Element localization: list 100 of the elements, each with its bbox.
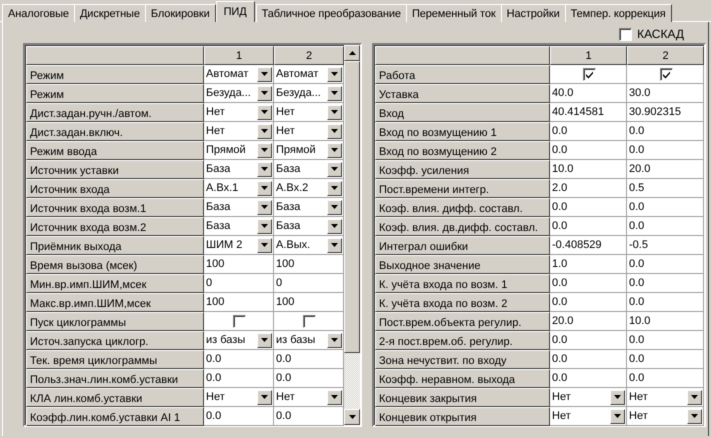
dropdown-field[interactable]: База <box>274 160 343 178</box>
value-cell[interactable]: 20.0 <box>550 312 627 331</box>
column-header: 1 <box>204 46 274 65</box>
value-cell[interactable]: 0.0 <box>204 407 274 426</box>
row-label: Время вызова (мсек) <box>26 255 204 274</box>
value-cell[interactable]: 0.0 <box>627 293 704 312</box>
dropdown-field[interactable]: Нет <box>627 407 703 425</box>
tab[interactable]: Аналоговые <box>2 4 75 22</box>
checkbox[interactable] <box>582 68 596 80</box>
scrollbar[interactable] <box>344 45 360 425</box>
value-cell[interactable]: 0.0 <box>627 274 704 293</box>
scroll-down-button[interactable] <box>344 409 360 425</box>
row-label: Пуск циклограммы <box>26 312 204 331</box>
value-cell[interactable]: -0.5 <box>627 236 704 255</box>
tab[interactable]: Настройки <box>500 4 566 22</box>
row-label: Вход по возмущению 2 <box>375 141 550 160</box>
dropdown-field[interactable]: А.Вых. <box>274 236 343 254</box>
dropdown-field[interactable]: Нет <box>550 388 626 406</box>
dropdown-field[interactable]: Нет <box>550 407 626 425</box>
dropdown-field[interactable]: Автомат <box>274 65 343 83</box>
value-cell[interactable]: 0.0 <box>550 369 627 388</box>
value-cell[interactable]: 100 <box>274 255 344 274</box>
value-cell[interactable]: 100 <box>204 293 274 312</box>
value-cell[interactable]: 2.0 <box>550 179 627 198</box>
value-cell[interactable]: 0.0 <box>550 293 627 312</box>
value-cell[interactable]: 40.0 <box>550 84 627 103</box>
value-cell[interactable]: 1.0 <box>550 255 627 274</box>
dropdown-field[interactable]: Нет <box>204 103 273 121</box>
value-cell[interactable]: 40.414581 <box>550 103 627 122</box>
dropdown-field[interactable]: А.Вх.1 <box>204 179 273 197</box>
value-cell[interactable]: 0.0 <box>274 350 344 369</box>
value-cell[interactable]: 0.0 <box>627 255 704 274</box>
value-cell[interactable]: 0.0 <box>550 350 627 369</box>
dropdown-field[interactable]: Безуда... <box>274 84 343 102</box>
dropdown-field[interactable]: База <box>274 217 343 235</box>
value-cell[interactable]: 0.0 <box>550 331 627 350</box>
value-cell[interactable]: 0 <box>274 274 344 293</box>
dropdown-field[interactable]: Нет <box>274 388 343 406</box>
scroll-thumb[interactable] <box>344 61 360 353</box>
dropdown-field[interactable]: Нет <box>627 388 703 406</box>
dropdown-field[interactable]: Нет <box>274 122 343 140</box>
value-cell[interactable]: 10.0 <box>627 312 704 331</box>
dropdown-field[interactable]: База <box>204 198 273 216</box>
value-cell[interactable]: 0 <box>204 274 274 293</box>
row-label: Дист.задан.ручн./автом. <box>26 103 204 122</box>
scroll-up-button[interactable] <box>344 45 360 61</box>
dropdown-field[interactable]: Безуда... <box>204 84 273 102</box>
value-cell[interactable]: 0.0 <box>550 141 627 160</box>
value-cell[interactable]: 0.0 <box>627 369 704 388</box>
value-cell[interactable]: 10.0 <box>550 160 627 179</box>
caret-icon <box>261 148 268 152</box>
dropdown-field[interactable]: из базы <box>274 331 343 349</box>
dropdown-field[interactable]: База <box>204 160 273 178</box>
checkbox[interactable] <box>303 314 316 328</box>
value-cell[interactable]: 30.0 <box>627 84 704 103</box>
dropdown-field[interactable]: ШИМ 2 <box>204 236 273 254</box>
dropdown-field[interactable]: Прямой <box>204 141 273 159</box>
value-cell[interactable]: 0.0 <box>627 331 704 350</box>
value-cell[interactable]: 0.0 <box>550 274 627 293</box>
tab[interactable]: Дискретные <box>74 4 146 22</box>
value-cell[interactable]: 0.0 <box>274 407 344 426</box>
value-cell[interactable]: 20.0 <box>627 160 704 179</box>
tab[interactable]: Табличное преобразование <box>256 4 407 22</box>
row-label: Коэф. влия. дв.дифф. составл. <box>375 217 550 236</box>
value-cell[interactable]: 0.0 <box>204 369 274 388</box>
value-cell[interactable]: 0.0 <box>627 122 704 141</box>
value-cell[interactable]: 0.0 <box>627 141 704 160</box>
row-label: Источник входа <box>26 179 204 198</box>
tab[interactable]: Переменный ток <box>406 4 502 22</box>
value-cell[interactable]: 0.0 <box>550 217 627 236</box>
value-cell[interactable]: 0.0 <box>550 198 627 217</box>
value-cell[interactable]: 0.0 <box>627 198 704 217</box>
value-cell[interactable]: 0.0 <box>204 350 274 369</box>
dropdown-field[interactable]: Прямой <box>274 141 343 159</box>
dropdown-field[interactable]: А.Вх.2 <box>274 179 343 197</box>
dropdown-field[interactable]: База <box>274 198 343 216</box>
tab[interactable]: Блокировки <box>144 4 216 22</box>
dropdown-field[interactable]: База <box>204 217 273 235</box>
value-cell[interactable]: 100 <box>204 255 274 274</box>
dropdown-field[interactable]: Автомат <box>204 65 273 83</box>
checkbox[interactable] <box>660 68 672 80</box>
checkbox[interactable] <box>619 28 632 40</box>
caret-icon <box>261 338 268 342</box>
value-cell[interactable]: 0.5 <box>627 179 704 198</box>
value-cell[interactable]: 0.0 <box>274 369 344 388</box>
checkbox[interactable] <box>233 314 246 328</box>
tab[interactable]: Темпер. коррекция <box>564 4 672 22</box>
dropdown-field[interactable]: из базы <box>204 331 273 349</box>
tab[interactable]: ПИД <box>216 1 255 22</box>
value-cell[interactable]: 30.902315 <box>627 103 704 122</box>
row-label: Режим <box>26 84 204 103</box>
value-cell[interactable]: -0.408529 <box>550 236 627 255</box>
value-cell[interactable]: 0.0 <box>627 350 704 369</box>
caret-icon <box>331 186 338 190</box>
dropdown-field[interactable]: Нет <box>204 122 273 140</box>
value-cell[interactable]: 0.0 <box>550 122 627 141</box>
value-cell[interactable]: 0.0 <box>627 217 704 236</box>
dropdown-field[interactable]: Нет <box>274 103 343 121</box>
dropdown-field[interactable]: Нет <box>204 388 273 406</box>
value-cell[interactable]: 100 <box>274 293 344 312</box>
